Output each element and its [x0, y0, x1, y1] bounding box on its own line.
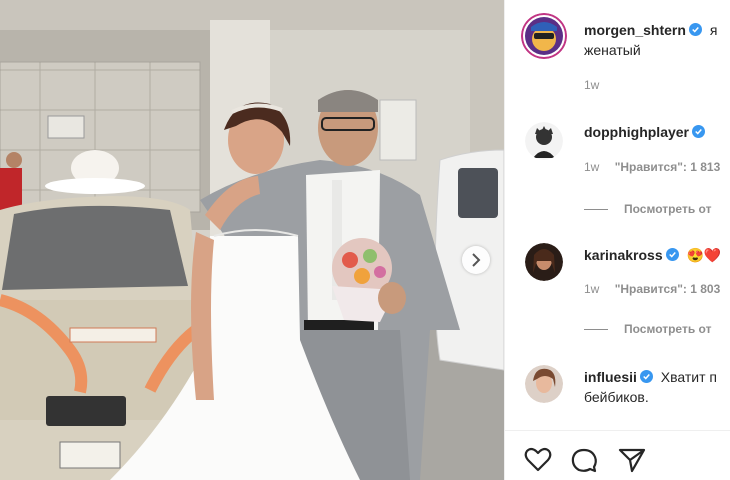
replies-divider: [584, 209, 608, 211]
comment-time[interactable]: 1w: [584, 160, 599, 174]
verified-badge-icon: [688, 23, 702, 36]
verified-badge-icon: [665, 248, 679, 261]
comment-likes[interactable]: "Нравится": 1 813: [615, 160, 721, 174]
caption-text-2: женатый: [584, 42, 641, 58]
chevron-right-icon: [472, 253, 481, 267]
comment-meta: 1w "Нравится": 1 803: [584, 282, 730, 296]
comment-bubble-icon[interactable]: [569, 445, 599, 475]
commenter-avatar[interactable]: [525, 243, 563, 281]
verified-badge-icon: [692, 125, 705, 138]
caption-text-1: я: [709, 22, 718, 38]
view-replies-button[interactable]: Посмотреть от: [584, 322, 711, 336]
commenter-avatar[interactable]: [525, 365, 563, 403]
paper-plane-icon[interactable]: [617, 445, 647, 475]
view-replies-label: Посмотреть от: [624, 202, 712, 216]
verified-badge-icon: [639, 370, 653, 383]
comment-username[interactable]: dopphighplayer: [584, 124, 689, 140]
replies-divider: [584, 329, 608, 331]
comment-text: Хватит п: [660, 369, 718, 385]
post-actions: [505, 430, 730, 480]
author-username[interactable]: morgen_shtern: [584, 22, 686, 38]
view-replies-label: Посмотреть от: [624, 322, 712, 336]
comment-username[interactable]: influesii: [584, 369, 637, 385]
caption-time[interactable]: 1w: [584, 78, 599, 92]
post-panel: morgen_shtern я женатый 1w dopphighplaye…: [504, 0, 730, 480]
commenter-avatar[interactable]: [525, 122, 563, 160]
post-photo[interactable]: [0, 0, 504, 480]
author-avatar[interactable]: [521, 13, 567, 59]
caption-meta: 1w: [584, 78, 611, 92]
comment-likes[interactable]: "Нравится": 1 803: [615, 282, 721, 296]
heart-icon[interactable]: [523, 445, 553, 475]
next-photo-button[interactable]: [462, 246, 490, 274]
comment-time[interactable]: 1w: [584, 282, 599, 296]
wedding-photo: [0, 0, 504, 480]
comment-text-line2: бейбиков.: [584, 389, 649, 405]
view-replies-button[interactable]: Посмотреть от: [584, 202, 711, 216]
comment-username[interactable]: karinakross: [584, 247, 663, 263]
comment-meta: 1w "Нравится": 1 813: [584, 160, 730, 174]
comment-text: 😍❤️: [686, 247, 722, 263]
